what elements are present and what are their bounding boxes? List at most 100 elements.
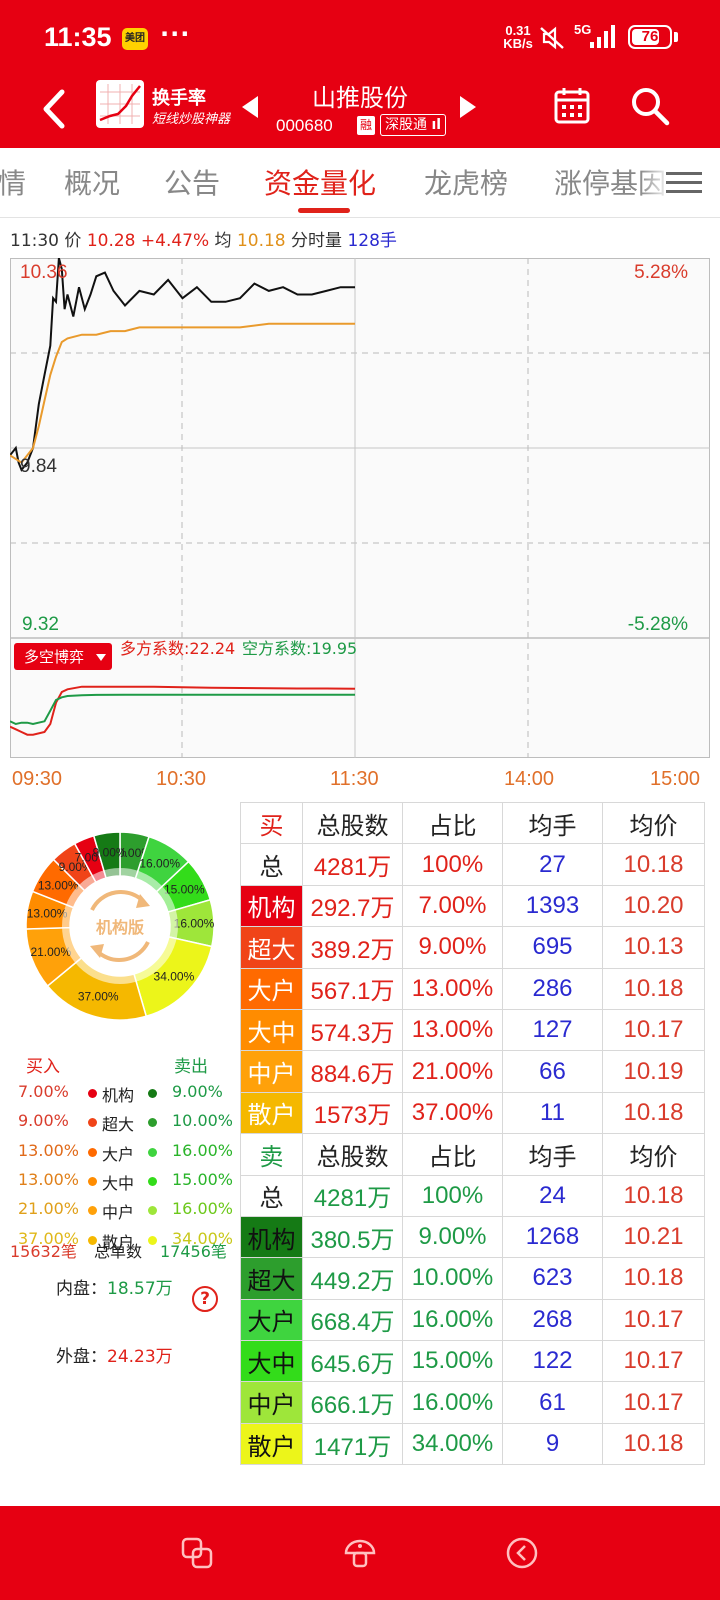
share-pct: 15.00% bbox=[402, 1340, 503, 1383]
table-row[interactable]: 大户 668.4万 16.00% 268 10.17 bbox=[240, 1298, 705, 1342]
avg-price: 10.17 bbox=[602, 1340, 705, 1383]
avg-price: 10.20 bbox=[602, 884, 705, 928]
column-header: 均手 bbox=[502, 801, 603, 845]
avg-lot: 695 bbox=[502, 926, 603, 969]
tab-fund-quant[interactable]: 资金量化 bbox=[264, 162, 376, 202]
signal-icon bbox=[590, 25, 615, 48]
info-time: 11:30 bbox=[10, 231, 59, 251]
total-shares: 574.3万 bbox=[302, 1008, 403, 1052]
table-row[interactable]: 中户 666.1万 16.00% 61 10.17 bbox=[240, 1381, 705, 1424]
share-pct: 13.00% bbox=[402, 1008, 503, 1052]
donut-slice-label: 34.00% bbox=[154, 970, 195, 984]
total-shares: 389.2万 bbox=[302, 926, 403, 969]
more-notifications-icon: ··· bbox=[160, 20, 191, 48]
table-row[interactable]: 大中 574.3万 13.00% 127 10.17 bbox=[240, 1008, 705, 1052]
tab-overview[interactable]: 概况 bbox=[64, 162, 120, 202]
share-pct: 16.00% bbox=[402, 1381, 503, 1424]
share-pct: 21.00% bbox=[402, 1050, 503, 1093]
side-label: 买 bbox=[240, 801, 303, 845]
legend-sell-pct: 9.00% bbox=[172, 1082, 223, 1101]
legend-sell-dot bbox=[148, 1089, 157, 1098]
stock-code: 000680 bbox=[276, 116, 333, 135]
search-icon[interactable] bbox=[630, 86, 670, 126]
table-row[interactable]: 散户 1471万 34.00% 9 10.18 bbox=[240, 1422, 705, 1466]
copy-icon[interactable] bbox=[180, 1536, 214, 1570]
prev-stock-icon[interactable] bbox=[240, 94, 260, 120]
column-header: 均价 bbox=[602, 801, 705, 845]
row-category: 大户 bbox=[240, 1298, 303, 1342]
tab-dragon-tiger[interactable]: 龙虎榜 bbox=[424, 162, 508, 202]
row-category: 大户 bbox=[240, 967, 303, 1010]
avg-lot: 623 bbox=[502, 1257, 603, 1300]
donut-slice-label: 37.00% bbox=[78, 990, 119, 1004]
mushroom-icon[interactable] bbox=[343, 1536, 377, 1570]
avg-price: 10.18 bbox=[602, 967, 705, 1010]
legend-sell-pct: 16.00% bbox=[172, 1199, 234, 1219]
share-pct: 100% bbox=[402, 1174, 503, 1217]
avg-lot: 61 bbox=[502, 1381, 603, 1424]
fund-distribution-donut[interactable]: 10.00%16.00%15.00%16.00%34.00%37.00%21.0… bbox=[20, 826, 220, 1026]
price-axis-max: 10.36 bbox=[20, 262, 68, 283]
row-category: 中户 bbox=[240, 1381, 303, 1424]
share-pct: 16.00% bbox=[402, 1298, 503, 1342]
intraday-chart[interactable]: 10.36 9.84 9.32 5.28% -5.28% 多空博弈 多方系数:2… bbox=[10, 258, 710, 758]
legend-sell-pct: 10.00% bbox=[172, 1111, 234, 1131]
legend-buy-dot bbox=[88, 1176, 97, 1186]
back-arrow-icon[interactable] bbox=[34, 84, 74, 134]
donut-slice-label: 16.00% bbox=[174, 917, 215, 931]
avg-price: 10.17 bbox=[602, 1381, 705, 1424]
connect-badge: 深股通 ıl bbox=[380, 114, 447, 136]
legend-buy-pct: 13.00% bbox=[18, 1169, 80, 1189]
avg-lot: 286 bbox=[502, 967, 603, 1010]
connect-badge-label: 深股通 bbox=[385, 117, 427, 133]
table-row[interactable]: 机构 292.7万 7.00% 1393 10.20 bbox=[240, 884, 705, 928]
legend-sell-pct: 16.00% bbox=[172, 1140, 234, 1160]
outer-volume-value: 24.23万 bbox=[107, 1347, 173, 1367]
share-pct: 7.00% bbox=[402, 884, 503, 928]
legend-buy-pct: 9.00% bbox=[18, 1111, 69, 1131]
table-row[interactable]: 中户 884.6万 21.00% 66 10.19 bbox=[240, 1050, 705, 1093]
pct-axis-max: 5.28% bbox=[634, 262, 688, 283]
help-icon[interactable]: ? bbox=[192, 1286, 218, 1312]
net-speed-unit: KB/s bbox=[503, 36, 533, 51]
tab-announcements[interactable]: 公告 bbox=[164, 162, 220, 202]
avg-price: 10.13 bbox=[602, 926, 705, 969]
outer-volume-label: 外盘： bbox=[56, 1347, 107, 1367]
logo-title[interactable]: 换手率 bbox=[152, 84, 206, 110]
battery-icon: 76 bbox=[628, 25, 672, 49]
menu-icon[interactable] bbox=[666, 170, 702, 196]
calendar-icon[interactable] bbox=[554, 86, 590, 124]
time-axis: 09:30 10:30 11:30 14:00 15:00 bbox=[0, 768, 720, 796]
table-row[interactable]: 机构 380.5万 9.00% 1268 10.21 bbox=[240, 1215, 705, 1259]
logo-subtitle[interactable]: 短线炒股神器 bbox=[152, 108, 230, 127]
total-shares: 292.7万 bbox=[302, 884, 403, 928]
table-row[interactable]: 超大 389.2万 9.00% 695 10.13 bbox=[240, 926, 705, 969]
avg-price: 10.18 bbox=[602, 1091, 705, 1135]
table-row[interactable]: 总 4281万 100% 24 10.18 bbox=[240, 1174, 705, 1217]
time-tick: 10:30 bbox=[156, 768, 207, 790]
active-tab-indicator bbox=[298, 208, 350, 213]
row-category: 大中 bbox=[240, 1340, 303, 1383]
table-row[interactable]: 散户 1573万 37.00% 11 10.18 bbox=[240, 1091, 705, 1135]
avg-price: 10.18 bbox=[602, 1174, 705, 1217]
table-row[interactable]: 总 4281万 100% 27 10.18 bbox=[240, 843, 705, 886]
donut-center-label: 机构版 bbox=[96, 918, 144, 937]
avg-lot: 122 bbox=[502, 1340, 603, 1383]
buy_table-header-row: 买总股数 占比 均手 均价 bbox=[240, 801, 705, 845]
table-row[interactable]: 大中 645.6万 15.00% 122 10.17 bbox=[240, 1340, 705, 1383]
status-bar: 11:35 美团 ··· 0.31 KB/s 5G 76 bbox=[0, 0, 720, 72]
avg-price: 10.19 bbox=[602, 1050, 705, 1093]
sell_table-header-row: 卖总股数 占比 均手 均价 bbox=[240, 1133, 705, 1176]
turnover-logo[interactable] bbox=[96, 80, 144, 128]
tab-quote[interactable]: 情 bbox=[0, 162, 26, 202]
table-row[interactable]: 大户 567.1万 13.00% 286 10.18 bbox=[240, 967, 705, 1010]
indicator-selector[interactable]: 多空博弈 bbox=[14, 643, 112, 670]
total-shares: 380.5万 bbox=[302, 1215, 403, 1259]
next-stock-icon[interactable] bbox=[458, 94, 478, 120]
volume-label: 分时量 bbox=[291, 231, 343, 251]
back-circle-icon[interactable] bbox=[505, 1536, 539, 1570]
table-row[interactable]: 超大 449.2万 10.00% 623 10.18 bbox=[240, 1257, 705, 1300]
avg-price: 10.17 bbox=[602, 1008, 705, 1052]
order-count-label: 总单数 bbox=[94, 1242, 143, 1261]
legend-category: 机构 bbox=[102, 1086, 135, 1105]
